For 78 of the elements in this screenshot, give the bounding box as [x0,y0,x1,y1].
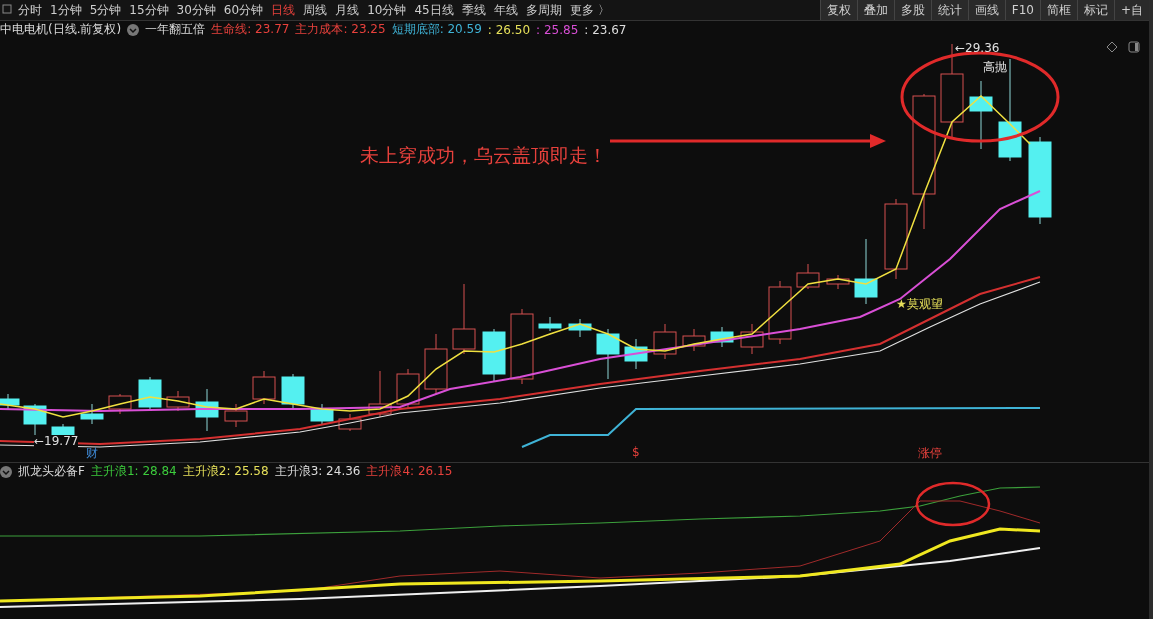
candlestick [338,413,362,432]
period-tab[interactable]: 15分钟 [125,0,173,20]
candlestick [252,370,276,405]
sell-signal-label: 高抛 [983,59,1007,76]
candlestick [368,370,392,418]
low-price-label: ←19.77 [34,435,79,448]
candlestick [108,393,132,415]
toolbar-button[interactable]: 复权 [819,0,857,20]
toolbar-button[interactable]: 统计 [930,0,968,20]
candlestick [424,333,448,395]
indicator-name: 一年翻五倍 [145,21,206,38]
toolbar-button[interactable]: +自 [1113,0,1149,20]
toolbar-button[interactable]: F10 [1004,0,1040,20]
candlestick [80,403,104,425]
chart-title: 中电电机(日线.前复权) [0,21,122,38]
candlestick [281,373,305,410]
indicator-value: 主力成本: 23.25 [295,21,386,38]
candlestick [796,263,820,290]
candlestick [224,403,248,428]
signal-marker: 财 [86,445,98,462]
candlestick [854,238,878,305]
period-tab[interactable]: 10分钟 [363,0,411,20]
indicator-value: 主升浪1: 28.84 [90,463,177,480]
period-tab[interactable]: 1分钟 [46,0,86,20]
signal-marker: 涨停 [918,445,942,462]
period-tab[interactable]: 更多 〉 [565,0,614,20]
candlestick [568,318,592,338]
signal-marker: $ [632,445,640,459]
period-tab[interactable]: 5分钟 [85,0,126,20]
period-tab[interactable]: 月线 [331,0,364,20]
candlestick [195,388,219,432]
candlestick [826,274,850,290]
indicator-value: : 26.50 [487,22,531,37]
toolbar-button[interactable]: 画线 [967,0,1005,20]
indicator-value: : 25.85 [536,22,579,37]
candlestick [624,338,648,370]
toolbar-button[interactable]: 简框 [1039,0,1077,20]
candlestick [396,368,420,410]
toolbar-button[interactable]: 多股 [893,0,931,20]
period-tab[interactable]: 30分钟 [172,0,220,20]
candlestick [596,328,620,380]
candlestick [138,376,162,410]
period-tab[interactable]: 45日线 [410,0,458,20]
period-tab[interactable]: 年线 [489,0,522,20]
period-tab[interactable]: 周线 [299,0,332,20]
indicator-value: 主升浪4: 26.15 [366,463,453,480]
candlestick [538,316,562,332]
candlestick [653,323,677,360]
indicator-value: 主升浪2: 25.58 [182,463,269,480]
candlestick [740,323,764,355]
toolbar-button[interactable]: 标记 [1076,0,1114,20]
candlestick [0,393,20,410]
indicator-value: 生命线: 23.77 [211,21,290,38]
indicator-value: 主升浪3: 24.36 [274,463,361,480]
period-tab[interactable]: 分时 [14,0,46,20]
high-price-label: ←29.36 [955,41,1000,55]
period-tab[interactable]: 多周期 [521,0,566,20]
period-tab[interactable]: 日线 [267,0,300,20]
diamond-icon[interactable] [1106,41,1118,53]
candlestick [969,80,993,150]
candlestick [768,280,792,345]
candlestick [482,328,506,382]
candlestick [452,283,476,355]
dropdown-icon[interactable] [0,465,12,478]
panel-icon[interactable] [1128,41,1140,53]
period-tab[interactable]: 季线 [457,0,490,20]
toolbar-button[interactable]: 叠加 [856,0,894,20]
candlestick [682,328,706,352]
indicator-name: 抓龙头必备F [18,463,85,480]
period-tab[interactable]: 60分钟 [219,0,268,20]
dropdown-icon[interactable] [127,23,140,36]
candlestick [710,326,734,348]
candlestick [310,403,334,426]
indicator-value: : 23.67 [584,22,627,37]
indicator-value: 短期底部: 20.59 [391,21,482,38]
candlestick [166,390,190,412]
watch-signal-label: ★莫观望 [896,296,943,313]
annotation-text: 未上穿成功，乌云盖顶即走！ [360,143,607,168]
